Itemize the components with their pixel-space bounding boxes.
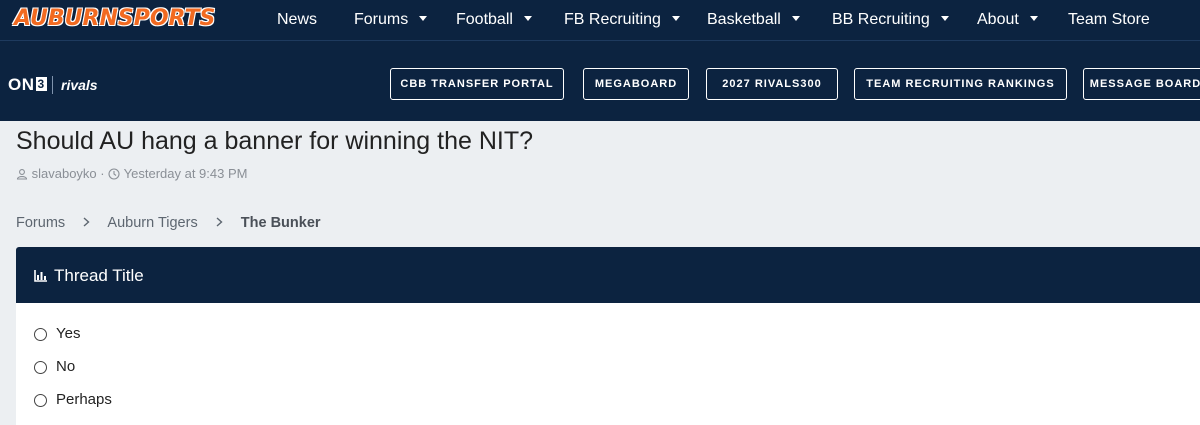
nav-label: Team Store (1068, 11, 1150, 28)
radio-button[interactable] (34, 328, 47, 341)
on3-number: 3 (35, 77, 47, 91)
logo-divider (52, 76, 53, 94)
poll-option-label: Perhaps (56, 391, 112, 408)
chevron-down-icon (671, 16, 680, 21)
breadcrumb: Forums Auburn Tigers The Bunker (16, 215, 321, 231)
nav-label: BB Recruiting (832, 11, 930, 28)
top-nav-bar: AUBURNSPORTS News Forums Football FB Rec… (0, 0, 1200, 40)
nav-item-football[interactable]: Football (456, 11, 532, 29)
nav-label: Basketball (707, 11, 781, 28)
on3-logo[interactable]: ON 3 (8, 75, 47, 95)
rivals-logo[interactable]: rivals (61, 77, 98, 93)
nav-label: Forums (354, 11, 409, 28)
cbb-transfer-portal-button[interactable]: CBB TRANSFER PORTAL (390, 68, 564, 100)
poll-body: Yes No Perhaps (16, 303, 1200, 425)
chevron-right-icon (216, 215, 223, 231)
message-board-button[interactable]: MESSAGE BOARD (1083, 68, 1200, 100)
nav-item-team-store[interactable]: Team Store (1068, 11, 1150, 29)
nav-label: Football (456, 11, 513, 28)
nav-item-fb-recruiting[interactable]: FB Recruiting (564, 11, 680, 29)
thread-time[interactable]: Yesterday at 9:43 PM (124, 166, 248, 181)
nav-item-bb-recruiting[interactable]: BB Recruiting (832, 11, 949, 29)
rivals300-button[interactable]: 2027 RIVALS300 (706, 68, 838, 100)
radio-button[interactable] (34, 394, 47, 407)
poll-title: Thread Title (54, 266, 144, 285)
nav-label: About (977, 11, 1019, 28)
poll-option-label: No (56, 358, 76, 375)
meta-separator: · (100, 166, 105, 181)
breadcrumb-the-bunker[interactable]: The Bunker (241, 215, 321, 231)
on3-text: ON (8, 75, 35, 94)
nav-item-news[interactable]: News (277, 11, 317, 29)
breadcrumb-forums[interactable]: Forums (16, 215, 65, 231)
thread-meta: slavaboyko · Yesterday at 9:43 PM (16, 166, 247, 183)
chevron-down-icon (523, 16, 532, 21)
poll-header: Thread Title (16, 247, 1200, 303)
chevron-down-icon (1029, 16, 1038, 21)
nav-label: News (277, 11, 318, 28)
page-title: Should AU hang a banner for winning the … (16, 127, 534, 155)
chevron-right-icon (83, 215, 90, 231)
clock-icon (108, 168, 120, 183)
thread-author[interactable]: slavaboyko (32, 166, 97, 181)
breadcrumb-auburn-tigers[interactable]: Auburn Tigers (107, 215, 197, 231)
user-icon (16, 168, 28, 183)
site-logo[interactable]: AUBURNSPORTS (14, 6, 215, 31)
chevron-down-icon (940, 16, 949, 21)
nav-item-about[interactable]: About (977, 11, 1038, 29)
nav-label: FB Recruiting (564, 11, 661, 28)
poll-option-label: Yes (56, 325, 81, 342)
bar-chart-icon (34, 269, 47, 287)
nav-item-basketball[interactable]: Basketball (707, 11, 800, 29)
chevron-down-icon (419, 16, 428, 21)
nav-item-forums[interactable]: Forums (354, 11, 428, 29)
chevron-down-icon (791, 16, 800, 21)
partner-bar: ON 3 rivals CBB TRANSFER PORTAL MEGABOARD… (0, 40, 1200, 121)
radio-button[interactable] (34, 361, 47, 374)
team-recruiting-rankings-button[interactable]: TEAM RECRUITING RANKINGS (854, 68, 1067, 100)
megaboard-button[interactable]: MEGABOARD (583, 68, 689, 100)
